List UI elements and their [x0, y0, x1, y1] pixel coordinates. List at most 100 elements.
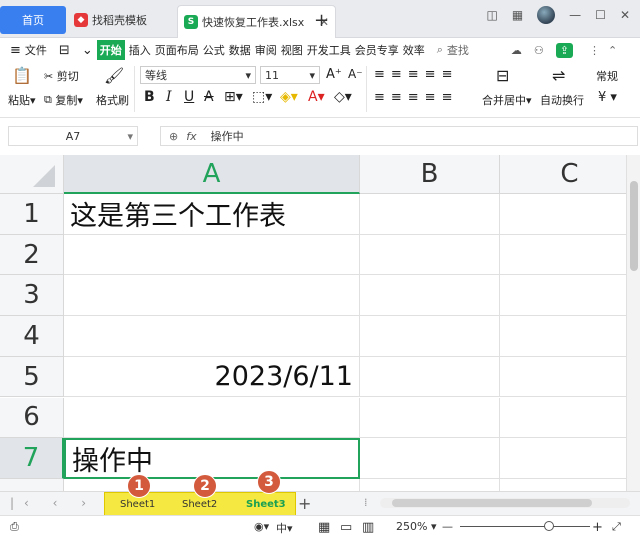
cell-a6[interactable] [64, 397, 360, 439]
cell-c5[interactable] [500, 357, 626, 398]
hamburger-icon[interactable]: ≡ [10, 43, 21, 58]
row-header-6[interactable]: 6 [0, 397, 64, 439]
chevron-down-icon[interactable]: ⌄ [82, 43, 93, 58]
menu-item-developer[interactable]: 开发工具 [307, 42, 351, 58]
horizontal-scrollbar[interactable] [380, 498, 630, 508]
cell-a2[interactable] [64, 234, 360, 276]
name-box[interactable]: A7 ▾ [8, 126, 138, 146]
copy-button[interactable]: ⧉ 复制 ▾ [44, 92, 83, 108]
font-color-icon[interactable]: A▾ [308, 89, 325, 105]
vertical-align-icons[interactable]: ≡≡≡≡≡ [374, 67, 458, 82]
tab-template-store[interactable]: ◆ 找稻壳模板 [68, 5, 176, 34]
wrap-text-icon[interactable]: ⇌ [552, 66, 565, 85]
share-button[interactable]: ⇪ [555, 42, 573, 58]
eye-protection-icon[interactable]: ◉▾ [254, 520, 269, 533]
zoom-level[interactable]: 250% ▾ [396, 520, 436, 533]
increase-font-icon[interactable]: A⁺ [326, 67, 342, 82]
more-menu-icon[interactable]: ⋮ [589, 44, 600, 57]
maximize-icon[interactable]: ☐ [595, 8, 606, 22]
save-icon[interactable]: ⊟ [59, 43, 70, 58]
sheet-tab-3[interactable]: Sheet3 [246, 499, 286, 510]
row-header-1[interactable]: 1 [0, 194, 64, 235]
splitter-icon[interactable]: ⁞ [364, 496, 368, 509]
row-header-5[interactable]: 5 [0, 356, 64, 398]
vertical-scrollbar[interactable] [626, 155, 640, 491]
grid-apps-icon[interactable]: ▦ [512, 8, 523, 22]
wrap-text-button[interactable]: 自动换行 [540, 92, 584, 108]
vertical-scroll-thumb[interactable] [630, 181, 638, 271]
borders-icon[interactable]: ⊞▾ [224, 89, 243, 105]
row-header-4[interactable]: 4 [0, 316, 64, 357]
minimize-icon[interactable]: — [569, 8, 581, 22]
cut-button[interactable]: ✂ 剪切 [44, 68, 79, 84]
cell-b2[interactable] [360, 234, 500, 276]
menu-item-page-layout[interactable]: 页面布局 [155, 42, 199, 58]
zoom-slider-thumb[interactable] [544, 521, 554, 531]
share-user-icon[interactable]: ⚇ [534, 44, 544, 57]
zoom-out-button[interactable]: — [442, 520, 453, 533]
horizontal-align-icons[interactable]: ≡≡≡≡≡ [374, 90, 458, 105]
menu-item-formulas[interactable]: 公式 [203, 42, 225, 58]
avatar[interactable] [537, 6, 556, 24]
add-sheet-button[interactable]: + [298, 494, 311, 513]
cell-a7-selected[interactable]: 操作中 [64, 438, 360, 479]
cell-c3[interactable] [500, 275, 626, 317]
format-painter-button[interactable]: 格式刷 [96, 92, 129, 108]
zoom-slider-track[interactable] [460, 526, 590, 527]
italic-icon[interactable]: I [166, 89, 172, 105]
tab-document[interactable]: S 快速恢复工作表.xlsx ✕ [177, 5, 336, 38]
cell-c8[interactable] [500, 479, 626, 491]
cell-c1[interactable] [500, 194, 626, 235]
decrease-font-icon[interactable]: A⁻ [348, 67, 363, 81]
menu-file[interactable]: 文件 [25, 42, 47, 58]
cell-b1[interactable] [360, 194, 500, 235]
column-header-a[interactable]: A [64, 155, 360, 194]
collapse-ribbon-icon[interactable]: ⌃ [608, 44, 617, 57]
menu-item-member[interactable]: 会员专享 [355, 42, 399, 58]
fill-color-icon[interactable]: ◈▾ [280, 89, 298, 105]
new-tab-button[interactable]: + [314, 10, 329, 31]
row-header-8[interactable] [0, 478, 64, 491]
cloud-sync-icon[interactable]: ☁ [511, 44, 522, 57]
font-size-select[interactable]: 11 ▾ [260, 66, 320, 84]
close-window-icon[interactable]: ✕ [620, 8, 630, 22]
number-format-select[interactable]: 常规 [596, 68, 618, 84]
cell-b6[interactable] [360, 397, 500, 439]
row-header-7[interactable]: 7 [0, 438, 64, 479]
menu-item-insert[interactable]: 插入 [129, 42, 151, 58]
clear-format-icon[interactable]: ◇▾ [334, 89, 352, 105]
formula-input[interactable]: ⊕ fx 操作中 [160, 126, 638, 146]
row-header-3[interactable]: 3 [0, 275, 64, 317]
cell-c2[interactable] [500, 235, 626, 276]
cell-a5[interactable]: 2023/6/11 [64, 356, 360, 398]
macro-record-icon[interactable]: ⎙ [10, 520, 19, 534]
search-icon[interactable]: ⌕ [437, 43, 443, 57]
fx-icon[interactable]: fx [186, 130, 196, 143]
cell-a4[interactable] [64, 316, 360, 357]
strikethrough-icon[interactable]: A [204, 89, 214, 105]
underline-icon[interactable]: U [184, 89, 194, 105]
menu-item-view[interactable]: 视图 [281, 42, 303, 58]
cell-b8[interactable] [360, 478, 500, 491]
merge-center-button[interactable]: 合并居中 ▾ [482, 92, 532, 108]
bold-icon[interactable]: B [144, 89, 155, 105]
zoom-in-button[interactable]: + [592, 520, 603, 535]
input-method-icon[interactable]: 中▾ [276, 520, 293, 536]
page-layout-view-icon[interactable]: ▭ [340, 520, 352, 535]
format-painter-icon[interactable]: 🖌 [104, 66, 124, 85]
cell-style-icon[interactable]: ⬚▾ [252, 89, 272, 105]
currency-button[interactable]: ¥ ▾ [598, 90, 617, 105]
menu-item-data[interactable]: 数据 [229, 42, 251, 58]
paste-icon[interactable]: 📋 [12, 66, 32, 85]
cell-b4[interactable] [360, 316, 500, 357]
spreadsheet-grid[interactable]: A B C 1 2 3 4 5 6 7 这是第三个工作表 2023/6/11 操… [0, 155, 626, 491]
layout-icon[interactable]: ◫ [486, 8, 497, 22]
sheet-tab-1[interactable]: Sheet1 [120, 499, 155, 510]
menu-item-review[interactable]: 审阅 [255, 42, 277, 58]
cell-b3[interactable] [360, 275, 500, 317]
font-name-select[interactable]: 等线 ▾ [140, 66, 256, 84]
row-header-2[interactable]: 2 [0, 234, 64, 276]
column-header-b[interactable]: B [360, 155, 500, 194]
paste-button[interactable]: 粘贴 ▾ [8, 92, 36, 108]
zoom-search-icon[interactable]: ⊕ [169, 130, 178, 143]
